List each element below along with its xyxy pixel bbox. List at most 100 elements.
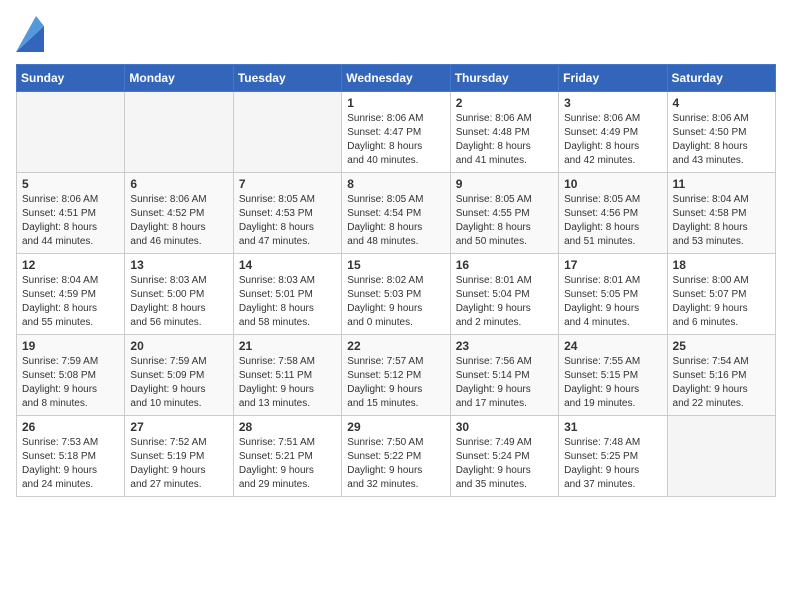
day-number: 4: [673, 96, 770, 110]
day-number: 1: [347, 96, 444, 110]
calendar-cell: 19 Sunrise: 7:59 AM Sunset: 5:08 PM Dayli…: [17, 335, 125, 416]
calendar-cell: 14 Sunrise: 8:03 AM Sunset: 5:01 PM Dayli…: [233, 254, 341, 335]
day-header-monday: Monday: [125, 65, 233, 92]
day-detail: Sunrise: 8:06 AM Sunset: 4:50 PM Dayligh…: [673, 112, 770, 168]
day-detail: Sunrise: 8:01 AM Sunset: 5:05 PM Dayligh…: [564, 274, 661, 330]
day-number: 12: [22, 258, 119, 272]
calendar-cell: 28 Sunrise: 7:51 AM Sunset: 5:21 PM Dayli…: [233, 416, 341, 497]
day-number: 19: [22, 339, 119, 353]
calendar-cell: 29Sunrise: 7:50 AM Sunset: 5:22 PM Dayli…: [342, 416, 450, 497]
day-number: 13: [130, 258, 227, 272]
day-detail: Sunrise: 7:53 AM Sunset: 5:18 PM Dayligh…: [22, 436, 119, 492]
day-detail: Sunrise: 8:03 AM Sunset: 5:01 PM Dayligh…: [239, 274, 336, 330]
calendar-cell: 7 Sunrise: 8:05 AM Sunset: 4:53 PM Daylig…: [233, 173, 341, 254]
calendar-cell: 13Sunrise: 8:03 AM Sunset: 5:00 PM Dayli…: [125, 254, 233, 335]
day-number: 9: [456, 177, 553, 191]
day-detail: Sunrise: 8:05 AM Sunset: 4:54 PM Dayligh…: [347, 193, 444, 249]
day-detail: Sunrise: 7:51 AM Sunset: 5:21 PM Dayligh…: [239, 436, 336, 492]
calendar-cell: 5 Sunrise: 8:06 AM Sunset: 4:51 PM Daylig…: [17, 173, 125, 254]
calendar-cell: 21 Sunrise: 7:58 AM Sunset: 5:11 PM Dayli…: [233, 335, 341, 416]
day-header-tuesday: Tuesday: [233, 65, 341, 92]
week-row-3: 12 Sunrise: 8:04 AM Sunset: 4:59 PM Dayli…: [17, 254, 776, 335]
calendar-cell: 9 Sunrise: 8:05 AM Sunset: 4:55 PM Daylig…: [450, 173, 558, 254]
day-detail: Sunrise: 8:05 AM Sunset: 4:53 PM Dayligh…: [239, 193, 336, 249]
day-number: 10: [564, 177, 661, 191]
day-number: 11: [673, 177, 770, 191]
day-detail: Sunrise: 7:57 AM Sunset: 5:12 PM Dayligh…: [347, 355, 444, 411]
day-number: 6: [130, 177, 227, 191]
day-detail: Sunrise: 8:06 AM Sunset: 4:52 PM Dayligh…: [130, 193, 227, 249]
day-number: 21: [239, 339, 336, 353]
day-number: 27: [130, 420, 227, 434]
calendar-cell: 1 Sunrise: 8:06 AM Sunset: 4:47 PM Daylig…: [342, 92, 450, 173]
day-number: 7: [239, 177, 336, 191]
week-row-4: 19 Sunrise: 7:59 AM Sunset: 5:08 PM Dayli…: [17, 335, 776, 416]
day-number: 25: [673, 339, 770, 353]
day-header-sunday: Sunday: [17, 65, 125, 92]
day-number: 24: [564, 339, 661, 353]
calendar-cell: 17 Sunrise: 8:01 AM Sunset: 5:05 PM Dayli…: [559, 254, 667, 335]
header-row: SundayMondayTuesdayWednesdayThursdayFrid…: [17, 65, 776, 92]
calendar-cell: [667, 416, 775, 497]
day-detail: Sunrise: 7:52 AM Sunset: 5:19 PM Dayligh…: [130, 436, 227, 492]
day-number: 3: [564, 96, 661, 110]
day-detail: Sunrise: 8:04 AM Sunset: 4:59 PM Dayligh…: [22, 274, 119, 330]
day-number: 5: [22, 177, 119, 191]
calendar-cell: 30Sunrise: 7:49 AM Sunset: 5:24 PM Dayli…: [450, 416, 558, 497]
calendar-cell: 16Sunrise: 8:01 AM Sunset: 5:04 PM Dayli…: [450, 254, 558, 335]
calendar-cell: 3 Sunrise: 8:06 AM Sunset: 4:49 PM Daylig…: [559, 92, 667, 173]
day-number: 22: [347, 339, 444, 353]
day-detail: Sunrise: 7:58 AM Sunset: 5:11 PM Dayligh…: [239, 355, 336, 411]
calendar-cell: 6 Sunrise: 8:06 AM Sunset: 4:52 PM Daylig…: [125, 173, 233, 254]
page-header: [16, 16, 776, 52]
day-number: 29: [347, 420, 444, 434]
day-detail: Sunrise: 8:06 AM Sunset: 4:51 PM Dayligh…: [22, 193, 119, 249]
calendar-cell: [17, 92, 125, 173]
day-detail: Sunrise: 8:05 AM Sunset: 4:56 PM Dayligh…: [564, 193, 661, 249]
day-detail: Sunrise: 8:04 AM Sunset: 4:58 PM Dayligh…: [673, 193, 770, 249]
calendar-table: SundayMondayTuesdayWednesdayThursdayFrid…: [16, 64, 776, 497]
day-detail: Sunrise: 8:02 AM Sunset: 5:03 PM Dayligh…: [347, 274, 444, 330]
day-number: 28: [239, 420, 336, 434]
calendar-header: SundayMondayTuesdayWednesdayThursdayFrid…: [17, 65, 776, 92]
day-detail: Sunrise: 7:59 AM Sunset: 5:09 PM Dayligh…: [130, 355, 227, 411]
day-number: 18: [673, 258, 770, 272]
day-detail: Sunrise: 7:59 AM Sunset: 5:08 PM Dayligh…: [22, 355, 119, 411]
calendar-cell: 31Sunrise: 7:48 AM Sunset: 5:25 PM Dayli…: [559, 416, 667, 497]
calendar-cell: 18 Sunrise: 8:00 AM Sunset: 5:07 PM Dayli…: [667, 254, 775, 335]
day-number: 2: [456, 96, 553, 110]
calendar-cell: [125, 92, 233, 173]
day-detail: Sunrise: 8:06 AM Sunset: 4:47 PM Dayligh…: [347, 112, 444, 168]
calendar-cell: 27 Sunrise: 7:52 AM Sunset: 5:19 PM Dayli…: [125, 416, 233, 497]
day-number: 17: [564, 258, 661, 272]
day-header-thursday: Thursday: [450, 65, 558, 92]
calendar-cell: 24Sunrise: 7:55 AM Sunset: 5:15 PM Dayli…: [559, 335, 667, 416]
logo: [16, 16, 48, 52]
day-detail: Sunrise: 8:00 AM Sunset: 5:07 PM Dayligh…: [673, 274, 770, 330]
calendar-cell: 8 Sunrise: 8:05 AM Sunset: 4:54 PM Daylig…: [342, 173, 450, 254]
day-detail: Sunrise: 8:06 AM Sunset: 4:49 PM Dayligh…: [564, 112, 661, 168]
day-number: 15: [347, 258, 444, 272]
calendar-cell: 25 Sunrise: 7:54 AM Sunset: 5:16 PM Dayli…: [667, 335, 775, 416]
calendar-cell: [233, 92, 341, 173]
day-number: 8: [347, 177, 444, 191]
day-detail: Sunrise: 8:05 AM Sunset: 4:55 PM Dayligh…: [456, 193, 553, 249]
week-row-1: 1 Sunrise: 8:06 AM Sunset: 4:47 PM Daylig…: [17, 92, 776, 173]
day-detail: Sunrise: 7:56 AM Sunset: 5:14 PM Dayligh…: [456, 355, 553, 411]
calendar-cell: 22 Sunrise: 7:57 AM Sunset: 5:12 PM Dayli…: [342, 335, 450, 416]
calendar-cell: 12 Sunrise: 8:04 AM Sunset: 4:59 PM Dayli…: [17, 254, 125, 335]
day-detail: Sunrise: 7:54 AM Sunset: 5:16 PM Dayligh…: [673, 355, 770, 411]
calendar-cell: 15 Sunrise: 8:02 AM Sunset: 5:03 PM Dayli…: [342, 254, 450, 335]
day-number: 14: [239, 258, 336, 272]
day-detail: Sunrise: 8:01 AM Sunset: 5:04 PM Dayligh…: [456, 274, 553, 330]
day-detail: Sunrise: 7:49 AM Sunset: 5:24 PM Dayligh…: [456, 436, 553, 492]
calendar-cell: 2 Sunrise: 8:06 AM Sunset: 4:48 PM Daylig…: [450, 92, 558, 173]
calendar-cell: 23Sunrise: 7:56 AM Sunset: 5:14 PM Dayli…: [450, 335, 558, 416]
calendar-body: 1 Sunrise: 8:06 AM Sunset: 4:47 PM Daylig…: [17, 92, 776, 497]
calendar-cell: 20Sunrise: 7:59 AM Sunset: 5:09 PM Dayli…: [125, 335, 233, 416]
day-header-saturday: Saturday: [667, 65, 775, 92]
day-number: 26: [22, 420, 119, 434]
calendar-cell: 11 Sunrise: 8:04 AM Sunset: 4:58 PM Dayli…: [667, 173, 775, 254]
day-detail: Sunrise: 7:48 AM Sunset: 5:25 PM Dayligh…: [564, 436, 661, 492]
day-detail: Sunrise: 8:06 AM Sunset: 4:48 PM Dayligh…: [456, 112, 553, 168]
